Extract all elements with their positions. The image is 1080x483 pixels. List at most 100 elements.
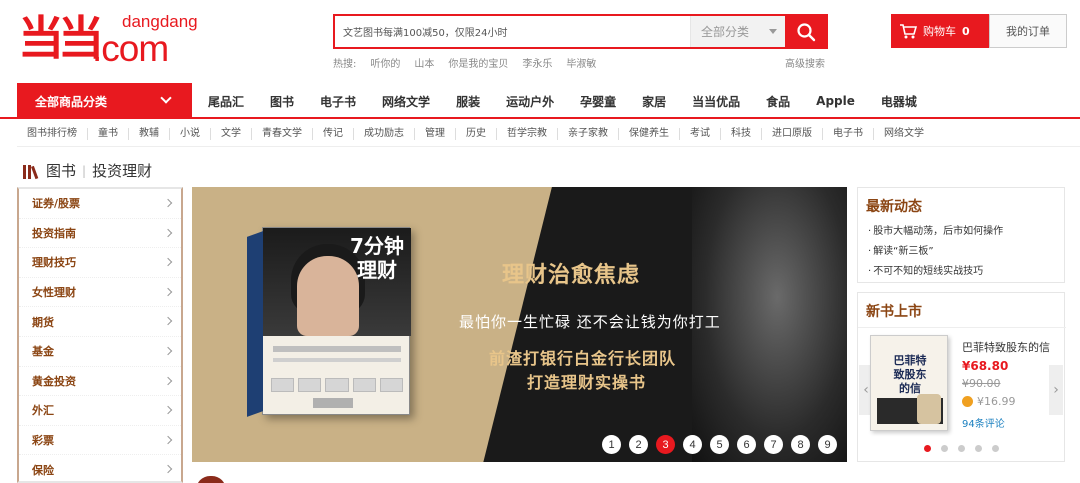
category-item[interactable]: 基金: [19, 337, 181, 367]
category-item[interactable]: 证券/股票: [19, 189, 181, 219]
breadcrumb: 图书 | 投资理财: [22, 160, 152, 181]
banner-tagline: 前渣打银行白金行长团队: [489, 349, 677, 368]
nav-item[interactable]: 尾品汇: [208, 93, 244, 110]
carousel-dot[interactable]: [941, 445, 948, 452]
nav-item[interactable]: Apple: [816, 94, 855, 108]
sub-nav-item[interactable]: 教辅: [129, 127, 170, 140]
breadcrumb-root[interactable]: 图书: [46, 160, 76, 181]
nav-item[interactable]: 当当优品: [692, 93, 740, 110]
advanced-search-link[interactable]: 高级搜索: [785, 55, 825, 70]
new-book-reviews-link[interactable]: 94条评论: [962, 415, 1005, 430]
chevron-right-icon: [163, 257, 173, 267]
category-item[interactable]: 黄金投资: [19, 367, 181, 397]
sub-nav-item[interactable]: 传记: [313, 127, 354, 140]
category-label: 外汇: [32, 404, 54, 418]
sub-nav-item[interactable]: 小说: [170, 127, 211, 140]
category-list: 证券/股票 投资指南 理财技巧 女性理财 期货 基金 黄金投资 外汇 彩票 保险: [17, 187, 183, 483]
carousel-dot[interactable]: [992, 445, 999, 452]
carousel-dot[interactable]: [958, 445, 965, 452]
new-book-old-price: ¥90.00: [962, 377, 1001, 390]
breadcrumb-separator: |: [82, 163, 87, 178]
section-icon: [196, 476, 226, 483]
category-item[interactable]: 期货: [19, 307, 181, 337]
hot-search-link[interactable]: 山本: [414, 55, 434, 70]
latest-news-panel: 最新动态 股市大幅动荡，后市如何操作 解读“新三板” 不可不知的短线实战技巧: [857, 187, 1065, 283]
category-item[interactable]: 保险: [19, 455, 181, 483]
sub-nav-item[interactable]: 图书排行榜: [17, 127, 88, 140]
banner-page-dot[interactable]: 5: [710, 435, 729, 454]
sub-nav-item[interactable]: 科技: [721, 127, 762, 140]
next-arrow-icon[interactable]: ›: [1049, 365, 1063, 415]
banner-page-dot[interactable]: 4: [683, 435, 702, 454]
promo-banner[interactable]: 7分钟 理财 理财治愈焦虑 最怕你一生忙碌 还不会让钱为你打工 前渣打银行白金行…: [192, 187, 847, 462]
sub-nav-item[interactable]: 电子书: [823, 127, 874, 140]
category-item[interactable]: 理财技巧: [19, 248, 181, 278]
sub-nav-item[interactable]: 文学: [211, 127, 252, 140]
sub-nav-item[interactable]: 网络文学: [874, 128, 934, 140]
new-book-price: ¥68.80: [962, 359, 1009, 373]
banner-page-dot[interactable]: 7: [764, 435, 783, 454]
chevron-right-icon: [163, 287, 173, 297]
category-item[interactable]: 女性理财: [19, 278, 181, 308]
banner-page-dot-active[interactable]: 3: [656, 435, 675, 454]
hot-search-link[interactable]: 毕淑敏: [566, 55, 596, 70]
hot-search-link[interactable]: 听你的: [370, 55, 400, 70]
hot-search-label: 热搜:: [333, 59, 357, 70]
category-item[interactable]: 彩票: [19, 426, 181, 456]
nav-item[interactable]: 运动户外: [506, 93, 554, 110]
search-icon: [796, 22, 815, 41]
banner-subline: 最怕你一生忙碌 还不会让钱为你打工: [459, 313, 721, 331]
sub-nav-item[interactable]: 成功励志: [354, 127, 415, 140]
new-book-ebook-price: ¥16.99: [962, 395, 1016, 408]
sub-nav-item[interactable]: 考试: [680, 127, 721, 140]
banner-headline: 理财治愈焦虑: [502, 263, 641, 288]
sub-nav-item[interactable]: 进口原版: [762, 127, 823, 140]
category-item[interactable]: 外汇: [19, 396, 181, 426]
nav-item[interactable]: 家居: [642, 93, 666, 110]
search-category-select[interactable]: 全部分类: [690, 16, 785, 47]
news-item[interactable]: 不可不知的短线实战技巧: [868, 262, 1003, 282]
nav-item[interactable]: 图书: [270, 93, 294, 110]
search-button[interactable]: [785, 16, 826, 47]
banner-page-dot[interactable]: 8: [791, 435, 810, 454]
category-label: 保险: [32, 463, 54, 477]
carousel-dot-active[interactable]: [924, 445, 931, 452]
hot-search-link[interactable]: 李永乐: [522, 55, 552, 70]
banner-page-dot[interactable]: 2: [629, 435, 648, 454]
banner-page-dot[interactable]: 6: [737, 435, 756, 454]
ebook-price-value: ¥16.99: [977, 395, 1016, 408]
banner-page-dot[interactable]: 9: [818, 435, 837, 454]
category-label: 投资指南: [32, 226, 76, 240]
new-book-cover[interactable]: 巴菲特 致股东的信: [870, 335, 948, 431]
nav-item[interactable]: 电子书: [320, 93, 356, 110]
carousel-dot[interactable]: [975, 445, 982, 452]
cart-button[interactable]: 购物车 0: [891, 14, 989, 48]
all-categories-button[interactable]: 全部商品分类: [17, 83, 192, 119]
nav-item[interactable]: 网络文学: [382, 93, 430, 110]
news-item[interactable]: 股市大幅动荡，后市如何操作: [868, 222, 1003, 242]
sub-nav-item[interactable]: 历史: [456, 127, 497, 140]
sub-nav-item[interactable]: 青春文学: [252, 127, 313, 140]
sub-nav-item[interactable]: 管理: [415, 127, 456, 140]
search-input[interactable]: [335, 16, 690, 47]
chevron-right-icon: [163, 405, 173, 415]
banner-page-dot[interactable]: 1: [602, 435, 621, 454]
nav-item[interactable]: 孕婴童: [580, 93, 616, 110]
book-spine: [247, 231, 263, 417]
nav-item[interactable]: 食品: [766, 93, 790, 110]
nav-item[interactable]: 电器城: [881, 93, 917, 110]
sub-nav-item[interactable]: 哲学宗教: [497, 127, 558, 140]
book-cover-line: [273, 358, 401, 362]
sub-nav-item[interactable]: 亲子家教: [558, 127, 619, 140]
nav-item[interactable]: 服装: [456, 93, 480, 110]
sub-nav-item[interactable]: 童书: [88, 127, 129, 140]
sub-nav-item[interactable]: 保健养生: [619, 127, 680, 140]
new-book-name[interactable]: 巴菲特致股东的信: [962, 339, 1050, 355]
divider: [858, 327, 1066, 328]
category-item[interactable]: 投资指南: [19, 219, 181, 249]
category-label: 理财技巧: [32, 256, 76, 270]
news-item[interactable]: 解读“新三板”: [868, 242, 1003, 262]
hot-search-link[interactable]: 你是我的宝贝: [448, 55, 508, 70]
my-orders-button[interactable]: 我的订单: [989, 14, 1067, 48]
dangdang-logo[interactable]: 当当 dangdang .com: [18, 8, 198, 69]
